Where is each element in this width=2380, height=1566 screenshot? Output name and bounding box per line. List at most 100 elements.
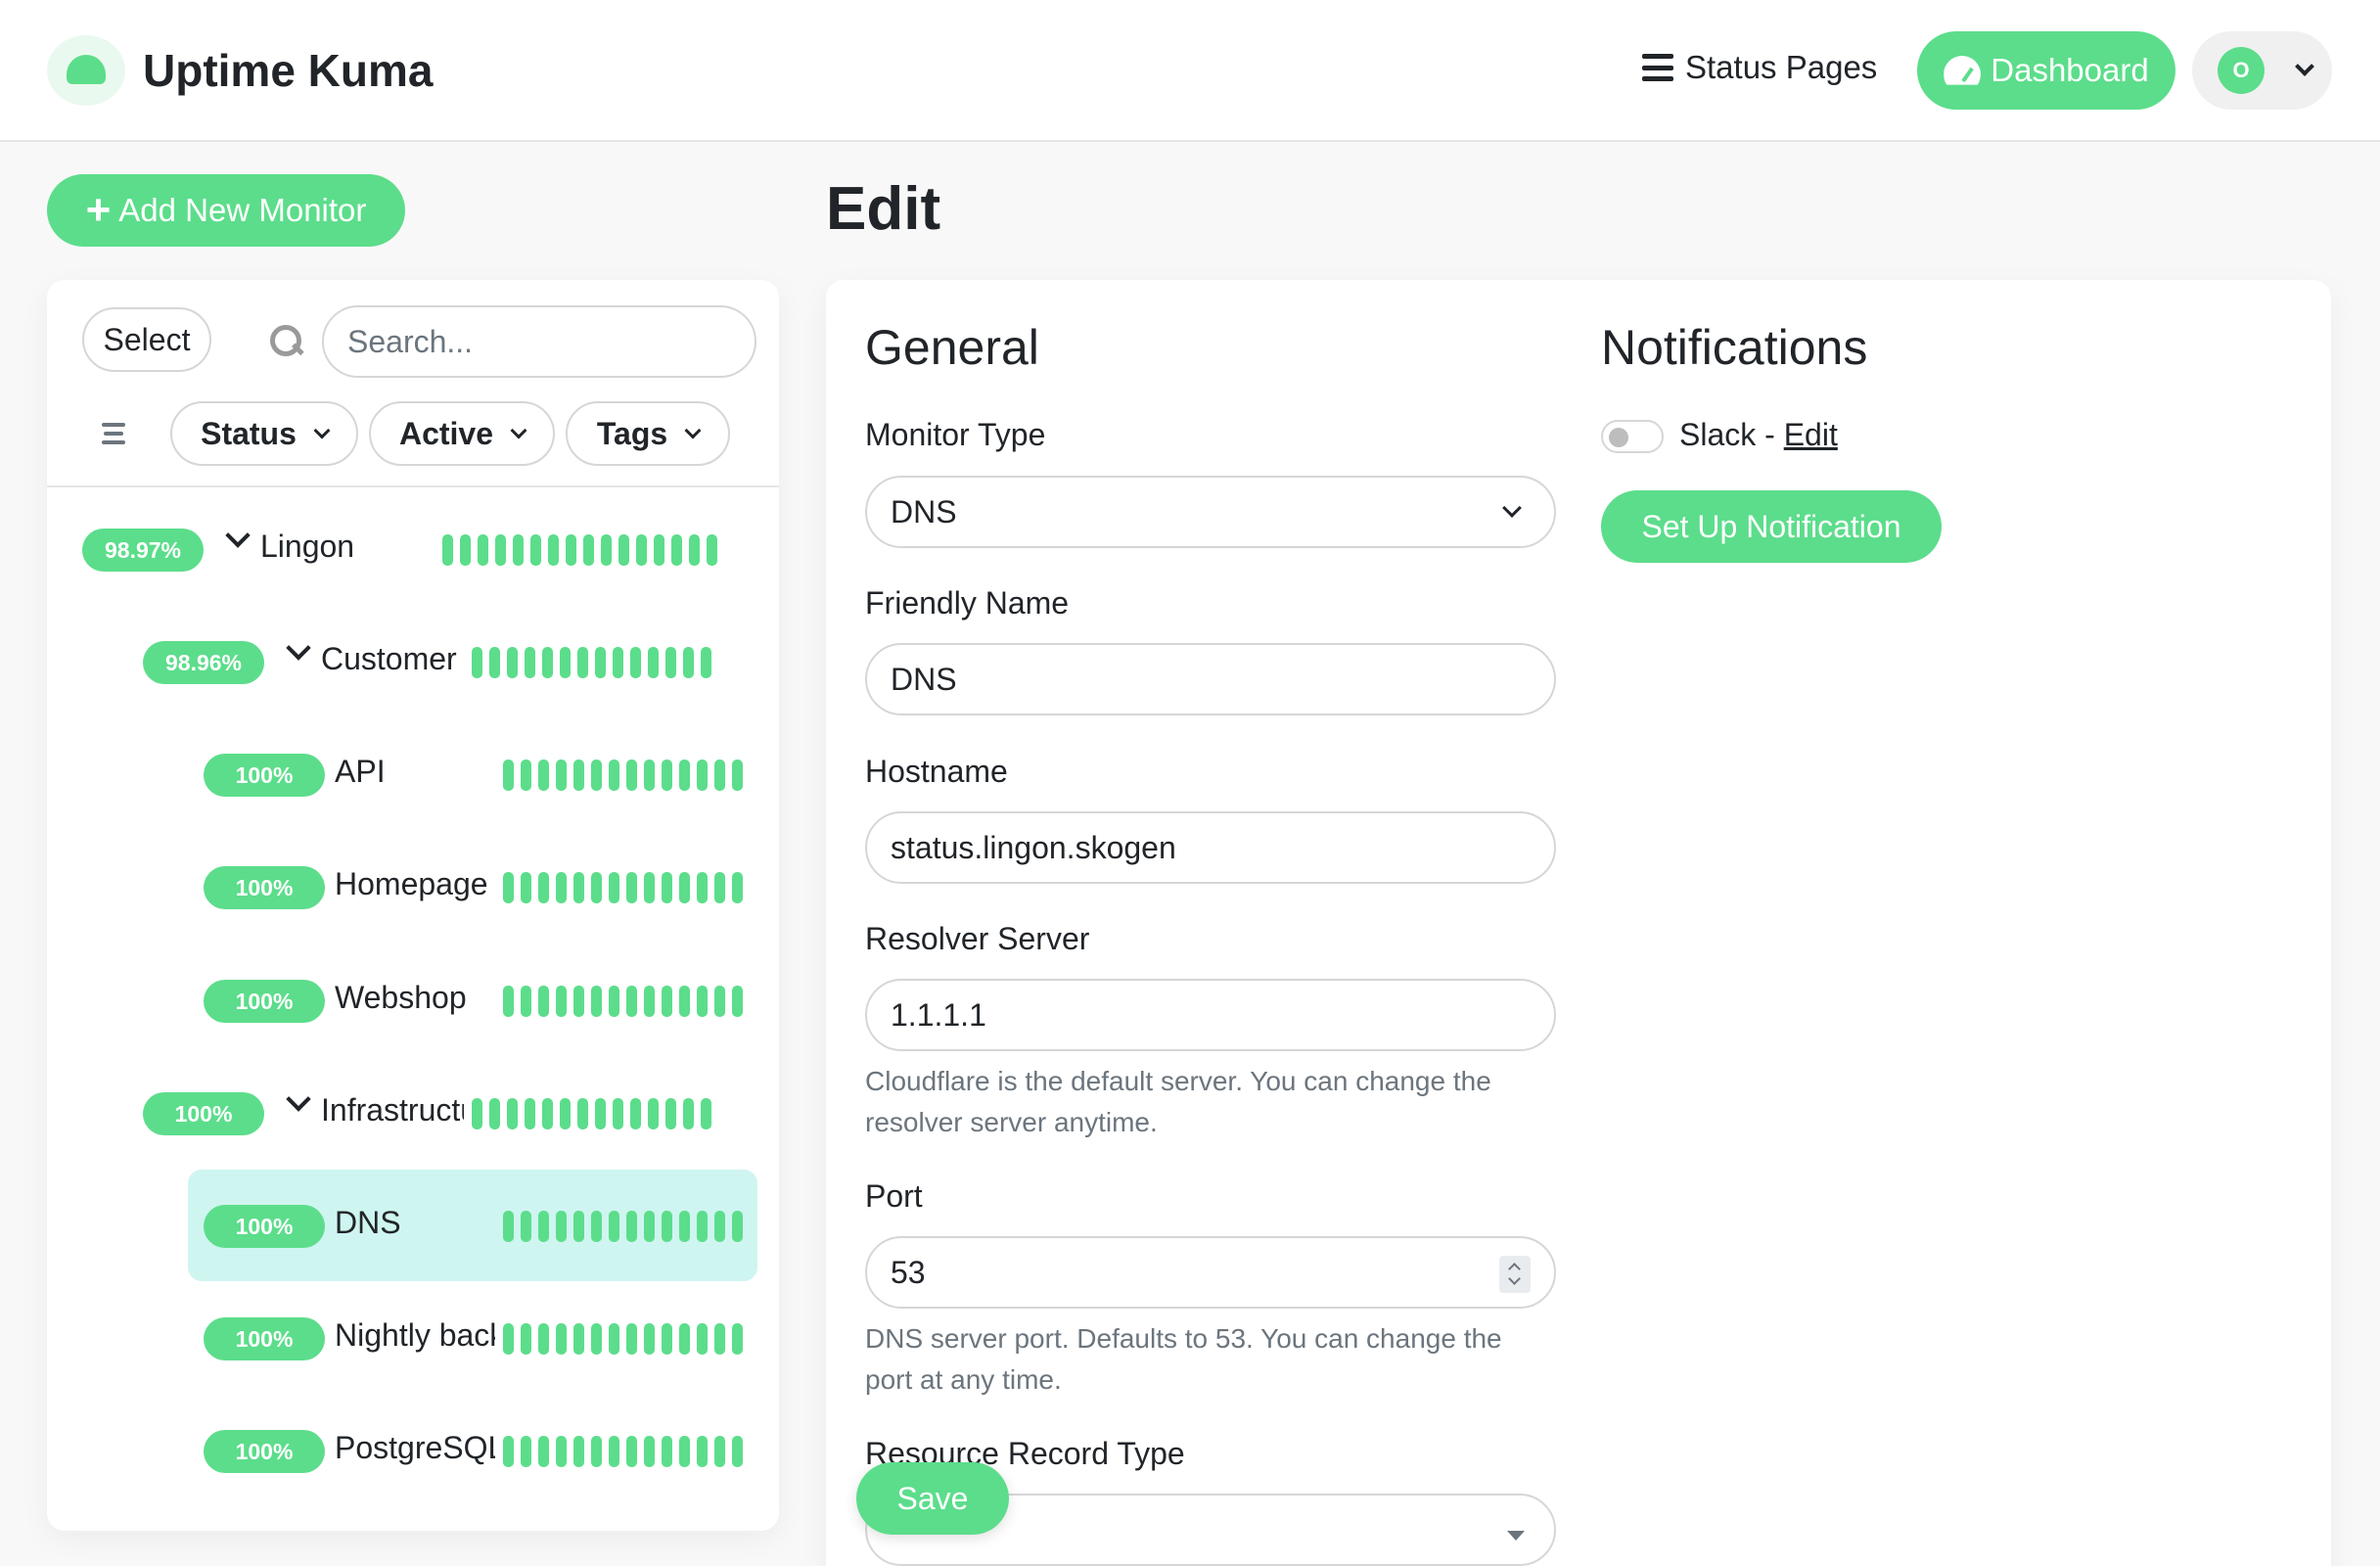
- uptime-badge: 100%: [204, 866, 325, 909]
- heartbeat-up: [503, 872, 514, 903]
- slack-edit-link[interactable]: Edit: [1784, 417, 1838, 452]
- heartbeat-up: [654, 534, 664, 566]
- dashboard-label: Dashboard: [1991, 52, 2149, 88]
- heartbeat-up: [683, 1098, 694, 1129]
- heartbeat-up: [609, 1211, 619, 1242]
- brand-title: Uptime Kuma: [143, 45, 434, 96]
- heartbeat-up: [591, 1436, 602, 1467]
- heartbeat-up: [530, 534, 541, 566]
- heartbeat-up: [503, 760, 514, 791]
- select-button[interactable]: Select: [82, 307, 211, 372]
- heartbeat-up: [613, 647, 623, 678]
- heartbeat-up: [591, 760, 602, 791]
- heartbeat-up: [697, 760, 708, 791]
- setup-notification-button[interactable]: Set Up Notification: [1601, 490, 1942, 563]
- save-button[interactable]: Save: [856, 1462, 1009, 1535]
- heartbeat-up: [442, 534, 453, 566]
- slack-notification-toggle[interactable]: [1601, 420, 1664, 453]
- uptime-badge: 100%: [204, 980, 325, 1023]
- heartbeat-up: [560, 647, 571, 678]
- heartbeat-up: [538, 1211, 549, 1242]
- heartbeat-up: [732, 1436, 743, 1467]
- heartbeat-up: [591, 986, 602, 1017]
- status-pages-link[interactable]: Status Pages: [1642, 49, 1877, 86]
- heartbeat-up: [472, 647, 482, 678]
- uptime-badge: 100%: [204, 1430, 325, 1473]
- chevron-down-icon[interactable]: [286, 1086, 311, 1112]
- monitor-list-item[interactable]: 100% DNS: [47, 1170, 779, 1281]
- heartbeat-up: [542, 647, 553, 678]
- heartbeat-up: [521, 1323, 531, 1355]
- friendly-name-input[interactable]: DNS: [865, 643, 1556, 715]
- chevron-down-icon[interactable]: [286, 635, 311, 661]
- monitor-name: Infrastructure: [321, 1092, 464, 1128]
- chevron-down-icon: [510, 422, 527, 439]
- tags-filter-button[interactable]: Tags: [566, 401, 730, 466]
- status-pages-label: Status Pages: [1685, 49, 1878, 85]
- heartbeat-up: [595, 1098, 606, 1129]
- heartbeat-up: [560, 1098, 571, 1129]
- heartbeat-up: [662, 1436, 672, 1467]
- monitor-list-item[interactable]: 98.96% Customer: [47, 606, 779, 704]
- monitor-list-item[interactable]: 100% API: [47, 718, 779, 816]
- tachometer-icon: [1944, 56, 1981, 85]
- slack-label: Slack -: [1679, 417, 1784, 452]
- monitor-list-item[interactable]: 100% PostgreSQL: [47, 1395, 779, 1493]
- status-filter-button[interactable]: Status: [170, 401, 358, 466]
- heartbeat-up: [591, 1323, 602, 1355]
- heartbeat-bar: [503, 760, 743, 791]
- heartbeat-up: [513, 534, 524, 566]
- avatar: O: [2218, 47, 2265, 94]
- heartbeat-up: [573, 986, 584, 1017]
- resolver-server-label: Resolver Server: [865, 921, 1090, 956]
- resolver-help-text: Cloudflare is the default server. You ca…: [865, 1066, 1491, 1137]
- tags-filter-label: Tags: [596, 415, 668, 451]
- profile-dropdown[interactable]: O: [2192, 31, 2332, 110]
- dashboard-button[interactable]: Dashboard: [1917, 31, 2175, 110]
- heartbeat-up: [662, 760, 672, 791]
- heartbeat-up: [701, 1098, 711, 1129]
- monitor-list-item[interactable]: 100% Homepage: [47, 831, 779, 929]
- add-new-monitor-button[interactable]: + Add New Monitor: [47, 174, 405, 247]
- heartbeat-up: [601, 534, 612, 566]
- heartbeat-up: [707, 534, 717, 566]
- heartbeat-bar: [472, 1098, 711, 1129]
- heartbeat-up: [573, 1323, 584, 1355]
- heartbeat-up: [630, 647, 641, 678]
- heartbeat-up: [489, 1098, 500, 1129]
- heartbeat-up: [714, 1436, 725, 1467]
- heartbeat-up: [521, 760, 531, 791]
- heartbeat-up: [538, 1436, 549, 1467]
- port-input[interactable]: 53: [865, 1236, 1556, 1309]
- monitor-list-item[interactable]: 100% Nightly backup: [47, 1282, 779, 1380]
- chevron-down-icon[interactable]: [225, 523, 251, 548]
- search-input[interactable]: [322, 305, 756, 378]
- heartbeat-up: [613, 1098, 623, 1129]
- heartbeat-up: [662, 1323, 672, 1355]
- monitor-list-header: Select Status Active Tags: [47, 280, 779, 487]
- hostname-input[interactable]: status.lingon.skogen: [865, 811, 1556, 884]
- heartbeat-up: [503, 1323, 514, 1355]
- heartbeat-up: [714, 1211, 725, 1242]
- heartbeat-up: [714, 760, 725, 791]
- monitor-type-select[interactable]: DNS: [865, 476, 1556, 548]
- monitor-list-item[interactable]: 100% Infrastructure: [47, 1057, 779, 1155]
- monitor-list: Select Status Active Tags 98.97%Lingon 98…: [47, 280, 779, 1531]
- heartbeat-up: [697, 872, 708, 903]
- monitor-list-item[interactable]: 100% Webshop: [47, 944, 779, 1042]
- port-label: Port: [865, 1178, 923, 1214]
- resolver-server-input[interactable]: 1.1.1.1: [865, 979, 1556, 1051]
- heartbeat-up: [556, 986, 567, 1017]
- monitor-list-item[interactable]: 98.97% Lingon: [47, 493, 779, 591]
- brand-link[interactable]: Uptime Kuma: [47, 35, 433, 106]
- heartbeat-up: [732, 986, 743, 1017]
- monitor-name: Nightly backup: [335, 1317, 495, 1353]
- heartbeat-up: [503, 986, 514, 1017]
- filter-icon[interactable]: [102, 423, 125, 444]
- heartbeat-bar: [503, 986, 743, 1017]
- uptime-badge: 100%: [143, 1092, 264, 1135]
- active-filter-button[interactable]: Active: [369, 401, 555, 466]
- heartbeat-up: [714, 1323, 725, 1355]
- monitor-name: API: [335, 754, 386, 789]
- number-spinner-icon[interactable]: [1499, 1256, 1531, 1293]
